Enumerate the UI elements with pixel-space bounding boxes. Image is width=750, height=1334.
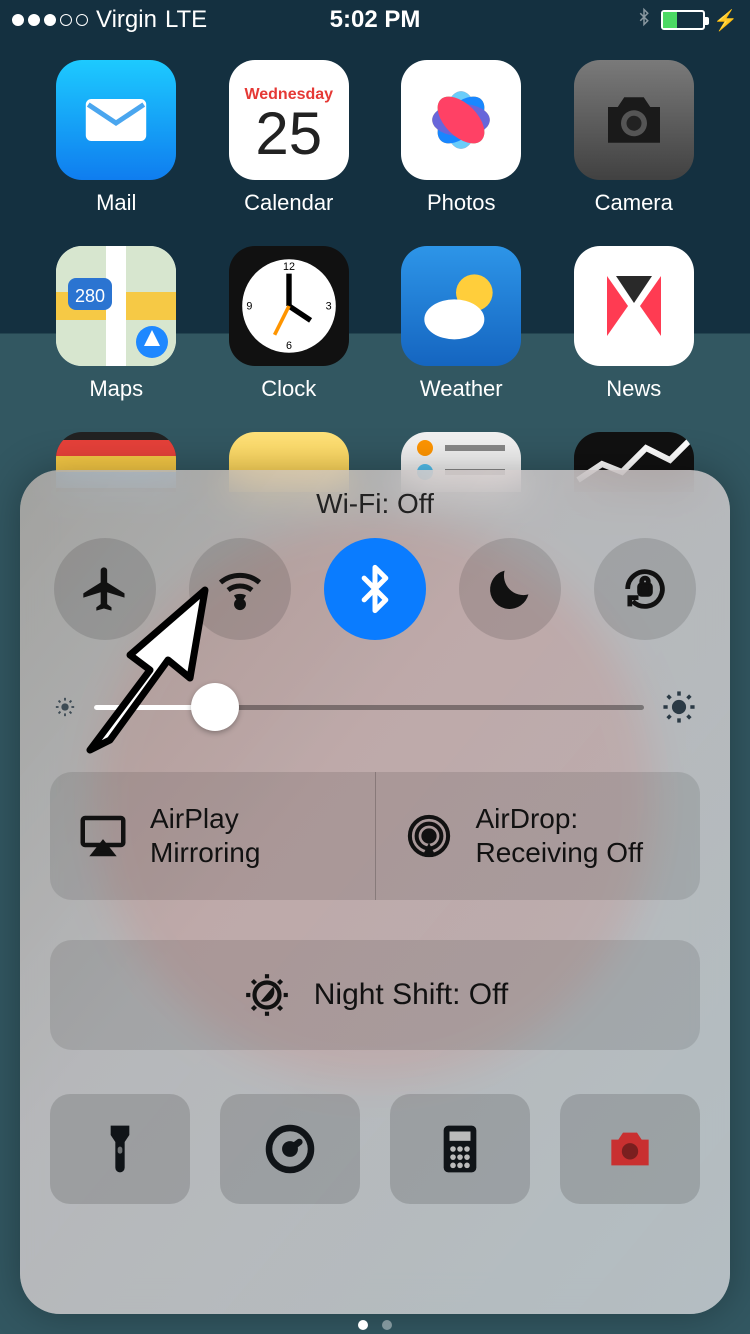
brightness-high-icon [662,690,696,724]
status-bar: Virgin LTE 5:02 PM ⚡ [0,0,750,40]
do-not-disturb-toggle[interactable] [459,538,561,640]
brightness-thumb[interactable] [191,683,239,731]
brightness-track[interactable] [94,705,644,710]
home-app-grid: Mail Wednesday 25 Calendar [0,60,750,492]
weather-icon [401,246,521,366]
calculator-icon [432,1121,488,1177]
svg-text:280: 280 [75,286,105,306]
charging-icon: ⚡ [713,8,738,33]
svg-text:12: 12 [283,261,295,273]
app-label: Calendar [244,190,333,216]
rotation-lock-toggle[interactable] [594,538,696,640]
airplay-button[interactable]: AirPlay Mirroring [50,772,376,900]
night-shift-icon [242,970,292,1020]
calculator-button[interactable] [390,1094,530,1204]
svg-text:9: 9 [246,301,252,313]
flashlight-button[interactable] [50,1094,190,1204]
brightness-low-icon [54,696,76,718]
airplay-label: AirPlay Mirroring [150,802,349,869]
app-label: News [606,376,661,402]
cc-shortcut-row [50,1094,700,1204]
mail-icon [56,60,176,180]
calendar-day: 25 [255,104,322,164]
clock-icon: 12 3 6 9 [229,246,349,366]
app-weather[interactable]: Weather [375,246,548,402]
calendar-icon: Wednesday 25 [229,60,349,180]
bluetooth-status-icon [635,4,653,37]
page-indicator[interactable] [358,1320,392,1330]
app-camera[interactable]: Camera [548,60,721,216]
app-label: Photos [427,190,496,216]
cc-toggle-row [50,538,700,640]
wifi-toggle[interactable] [189,538,291,640]
network-label: LTE [165,6,207,34]
app-calendar[interactable]: Wednesday 25 Calendar [203,60,376,216]
carrier-label: Virgin [96,6,157,34]
airplane-mode-toggle[interactable] [54,538,156,640]
app-maps[interactable]: 280 Maps [30,246,203,402]
app-label: Camera [595,190,673,216]
camera-icon [574,60,694,180]
airdrop-icon [402,809,456,863]
night-shift-button[interactable]: Night Shift: Off [50,940,700,1050]
battery-icon [661,10,705,30]
timer-button[interactable] [220,1094,360,1204]
camera-small-icon [602,1121,658,1177]
airdrop-button[interactable]: AirDrop: Receiving Off [376,772,701,900]
signal-strength-icon [12,14,88,26]
control-center-panel: Wi-Fi: Off A [20,470,730,1314]
app-news[interactable]: News [548,246,721,402]
camera-shortcut-button[interactable] [560,1094,700,1204]
app-label: Mail [96,190,136,216]
night-shift-label: Night Shift: Off [314,978,509,1012]
svg-text:3: 3 [325,301,331,313]
photos-icon [401,60,521,180]
news-icon [574,246,694,366]
airdrop-label: AirDrop: Receiving Off [476,802,675,869]
flashlight-icon [92,1121,148,1177]
timer-icon [262,1121,318,1177]
app-clock[interactable]: 12 3 6 9 Clock [203,246,376,402]
brightness-slider[interactable] [54,690,696,724]
app-photos[interactable]: Photos [375,60,548,216]
svg-text:6: 6 [286,340,292,352]
airplay-icon [76,809,130,863]
app-label: Maps [89,376,143,402]
app-label: Clock [261,376,316,402]
cc-status-label: Wi-Fi: Off [50,488,700,520]
app-mail[interactable]: Mail [30,60,203,216]
bluetooth-toggle[interactable] [324,538,426,640]
maps-icon: 280 [56,246,176,366]
clock-label: 5:02 PM [330,6,421,34]
app-label: Weather [420,376,503,402]
